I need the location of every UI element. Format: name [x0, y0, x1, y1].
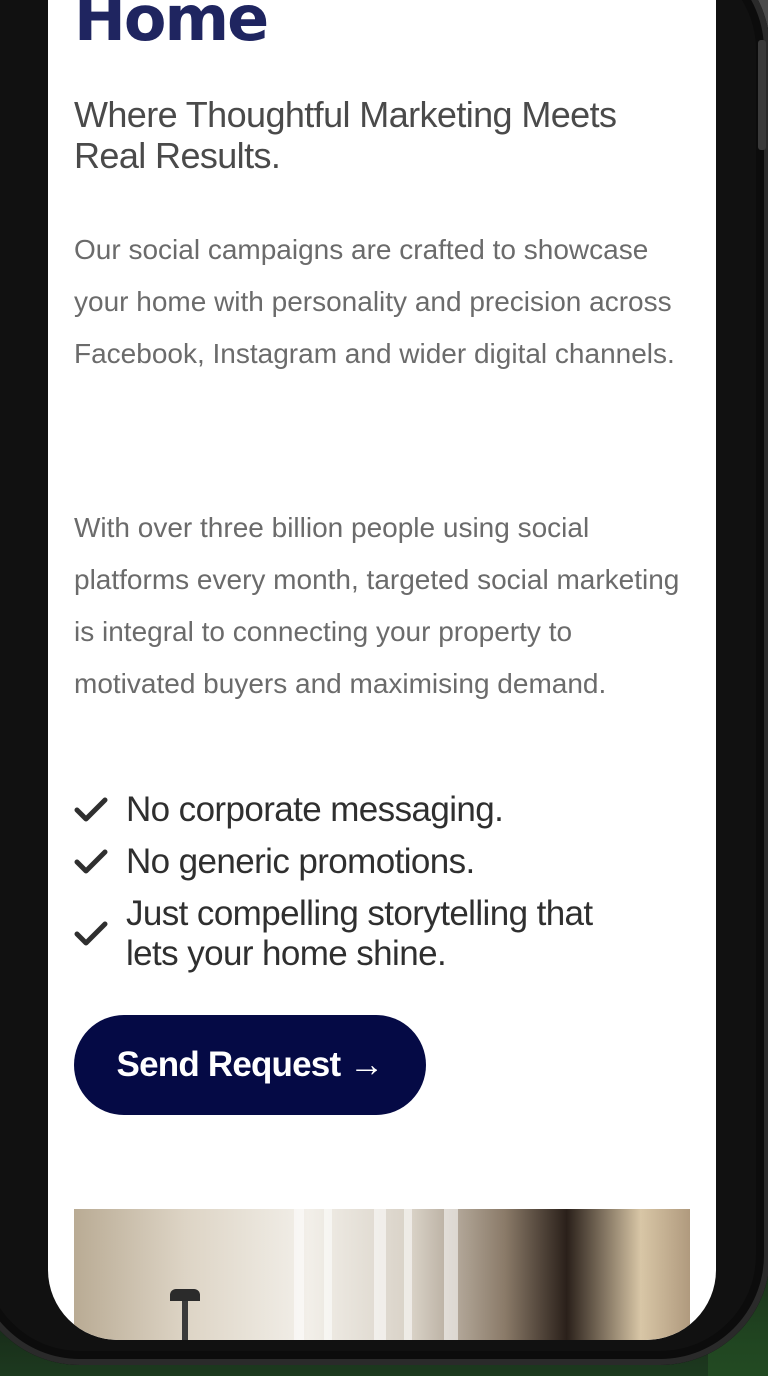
checklist-item-text: No corporate messaging. — [126, 790, 504, 829]
send-request-button[interactable]: Send Request → — [74, 1015, 426, 1115]
page-subtitle: Where Thoughtful Marketing Meets Real Re… — [74, 94, 617, 176]
checklist-item-text: Just compelling storytelling that lets y… — [126, 894, 593, 973]
checkmark-icon — [74, 849, 108, 874]
lamp-stem — [182, 1301, 188, 1340]
photo-detail — [324, 1209, 332, 1340]
intro-paragraph: Our social campaigns are crafted to show… — [74, 234, 675, 369]
property-photo — [74, 1209, 690, 1340]
checklist-item-text: No generic promotions. — [126, 842, 475, 881]
phone-mockup-stage: Home Where Thoughtful Marketing Meets Re… — [0, 0, 768, 1376]
checkmark-icon — [74, 797, 108, 822]
checklist-item: No corporate messaging. — [74, 790, 694, 830]
photo-detail — [444, 1209, 458, 1340]
checklist-item: Just compelling storytelling that lets y… — [74, 894, 694, 974]
phone-side-button — [758, 40, 766, 150]
page-title: Home — [74, 0, 269, 55]
stats-paragraph: With over three billion people using soc… — [74, 512, 680, 699]
photo-detail — [404, 1209, 412, 1340]
checklist-item: No generic promotions. — [74, 842, 694, 882]
photo-detail — [374, 1209, 386, 1340]
lamp-shade — [170, 1289, 200, 1301]
feature-checklist: No corporate messaging. No generic promo… — [74, 790, 694, 986]
photo-detail — [294, 1209, 304, 1340]
phone-screen: Home Where Thoughtful Marketing Meets Re… — [48, 0, 716, 1340]
checkmark-icon — [74, 921, 108, 946]
